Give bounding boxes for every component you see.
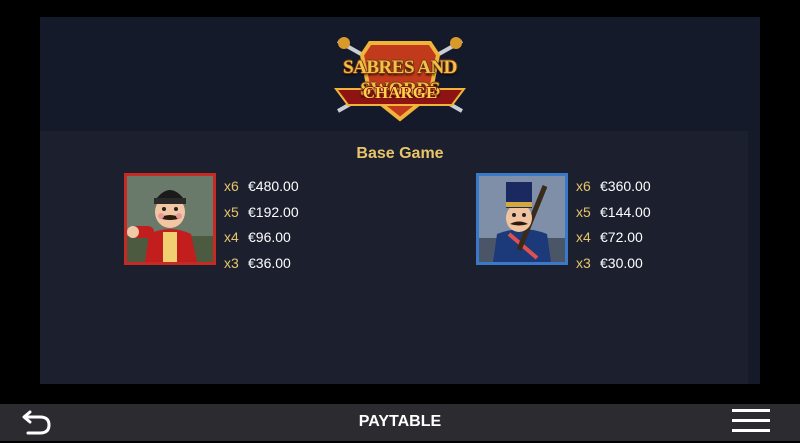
multiplier: x5 bbox=[224, 203, 239, 220]
payout-amount: €480.00 bbox=[248, 178, 299, 194]
payout-amount: €36.00 bbox=[248, 254, 291, 271]
blue-soldier-symbol bbox=[476, 173, 568, 265]
multiplier: x3 bbox=[576, 254, 591, 271]
payout-row: x4 €96.00 bbox=[224, 228, 299, 254]
payout-amount: €144.00 bbox=[600, 203, 651, 220]
multiplier: x4 bbox=[224, 229, 239, 245]
payout-amount: €96.00 bbox=[248, 229, 291, 245]
hamburger-menu-icon bbox=[732, 409, 770, 432]
multiplier: x6 bbox=[224, 178, 239, 194]
payout-row: x4 €72.00 bbox=[576, 228, 651, 254]
payout-amount: €192.00 bbox=[248, 203, 299, 220]
payout-amount: €360.00 bbox=[600, 178, 651, 194]
payout-row: x6 €480.00 bbox=[224, 177, 299, 203]
multiplier: x5 bbox=[576, 203, 591, 220]
scrollbar-track[interactable] bbox=[748, 131, 760, 384]
payout-row: x5 €144.00 bbox=[576, 203, 651, 229]
multiplier: x6 bbox=[576, 178, 591, 194]
paytable-title: PAYTABLE bbox=[358, 413, 442, 430]
back-arrow-icon bbox=[22, 410, 51, 435]
multiplier: x3 bbox=[224, 254, 239, 271]
payout-amount: €72.00 bbox=[600, 229, 643, 245]
blue-soldier-icon bbox=[479, 176, 565, 262]
red-soldier-icon bbox=[127, 176, 213, 262]
blue-soldier-paytable: x6 €360.00 x5 €144.00 x4 €72.00 x3 €30.00 bbox=[576, 177, 651, 279]
red-soldier-paytable: x6 €480.00 x5 €192.00 x4 €96.00 x3 €36.00 bbox=[224, 177, 299, 279]
payout-amount: €30.00 bbox=[600, 254, 643, 271]
back-button[interactable] bbox=[20, 406, 54, 438]
game-logo: SABRES AND SWORDS CHARGE bbox=[316, 33, 484, 125]
payout-row: x3 €30.00 bbox=[576, 254, 651, 280]
multiplier: x4 bbox=[576, 229, 591, 245]
logo-subtitle: CHARGE bbox=[362, 83, 438, 102]
payout-row: x6 €360.00 bbox=[576, 177, 651, 203]
hamburger-menu-button[interactable] bbox=[732, 409, 770, 435]
payout-row: x3 €36.00 bbox=[224, 254, 299, 280]
section-title: Base Game bbox=[356, 145, 444, 162]
red-soldier-symbol bbox=[124, 173, 216, 265]
payout-row: x5 €192.00 bbox=[224, 203, 299, 229]
